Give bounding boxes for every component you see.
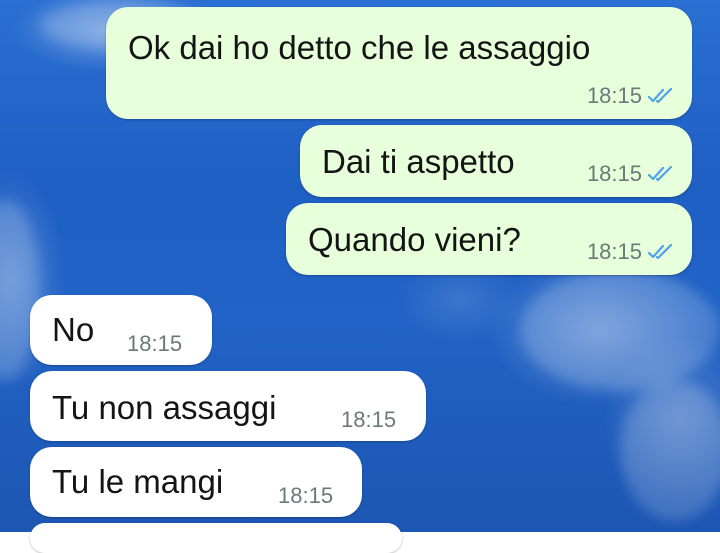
message-time: 18:15 [127,331,183,356]
message-text: Tu non assaggi [52,389,277,426]
outgoing-message-bubble[interactable]: Quando vieni? 18:15 [286,203,692,275]
message-meta: 18:15 [587,163,674,185]
incoming-message-bubble[interactable]: Tu non assaggi 18:15 [30,371,426,441]
cloud-decoration [520,270,720,390]
message-time: 18:15 [586,161,642,186]
cloud-decoration [620,380,720,520]
message-meta: 18:15 [587,241,674,263]
message-text: Dai ti aspetto [322,143,515,180]
double-check-read-icon [648,88,674,104]
outgoing-message-bubble[interactable]: Dai ti aspetto 18:15 [300,125,692,197]
message-text: Tu le mangi [52,463,224,500]
double-check-read-icon [648,166,674,182]
message-text: No [52,311,95,348]
message-time: 18:15 [586,239,642,264]
incoming-message-bubble[interactable]: No 18:15 [30,295,212,365]
incoming-message-bubble[interactable] [30,523,402,553]
message-text: Ok dai ho detto che le assaggio [128,29,591,66]
incoming-message-bubble[interactable]: Tu le mangi 18:15 [30,447,362,517]
double-check-read-icon [648,244,674,260]
message-meta: 18:15 [587,85,674,107]
message-text: Quando vieni? [308,221,521,258]
message-time: 18:15 [586,83,642,108]
message-time: 18:15 [341,407,397,432]
outgoing-message-bubble[interactable]: Ok dai ho detto che le assaggio 18:15 [106,7,692,119]
message-time: 18:15 [278,483,334,508]
